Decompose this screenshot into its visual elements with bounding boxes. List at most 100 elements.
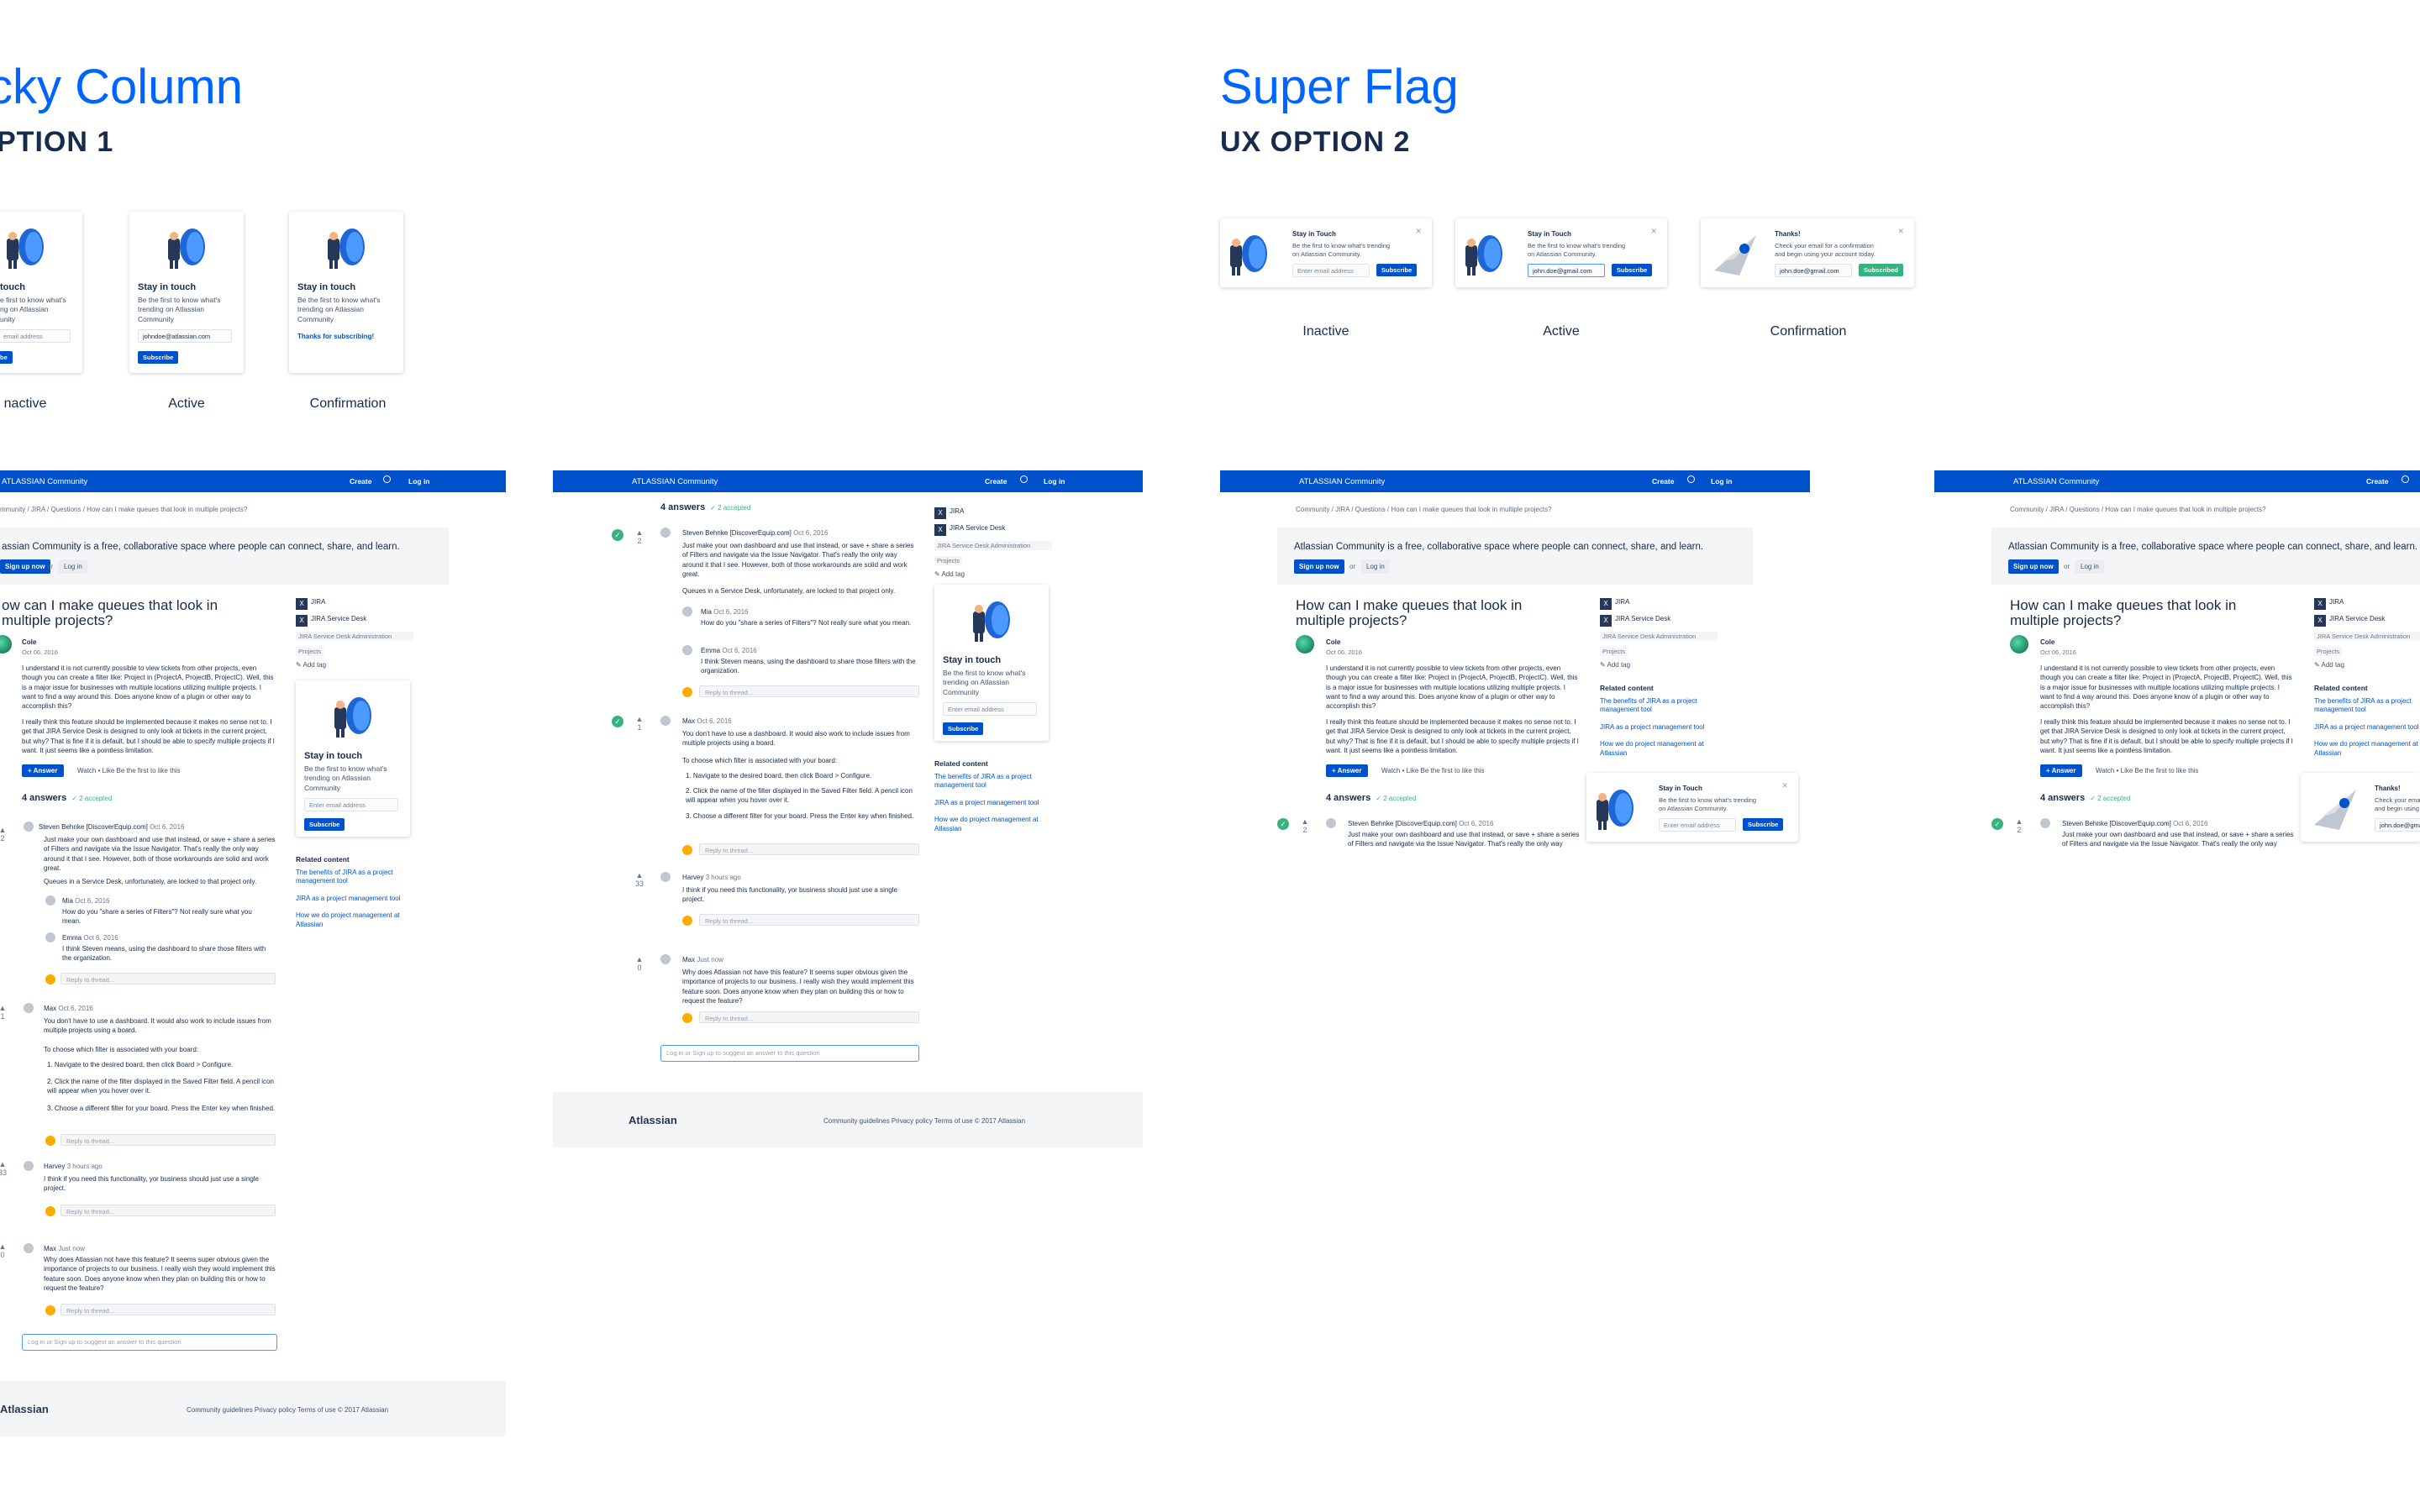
avatar[interactable] <box>660 954 671 964</box>
answer-author[interactable]: Steven Behnke [DiscoverEquip.com] Oct 6,… <box>1348 820 1493 827</box>
avatar[interactable] <box>2010 635 2028 654</box>
subtag[interactable]: JIRA Service Desk Administration <box>2314 632 2420 641</box>
avatar[interactable] <box>2040 818 2050 828</box>
related-link[interactable]: The benefits of JIRA as a project manage… <box>1600 697 1718 715</box>
author-name[interactable]: Cole <box>22 638 36 646</box>
avatar[interactable] <box>24 822 34 832</box>
footer-links[interactable]: Community guidelines Privacy policy Term… <box>187 1406 388 1414</box>
signup-button[interactable]: Sign up now <box>2008 559 2059 574</box>
related-link[interactable]: The benefits of JIRA as a project manage… <box>296 869 413 886</box>
comment-author[interactable]: Mia Oct 6, 2016 <box>701 608 748 616</box>
add-tag-link[interactable]: ✎ Add tag <box>1600 661 1718 669</box>
avatar[interactable] <box>24 1003 34 1013</box>
subscribe-button[interactable]: be <box>0 351 13 364</box>
breadcrumb[interactable]: Community / JIRA / Questions / How can I… <box>2010 506 2266 513</box>
subtag[interactable]: JIRA Service Desk Administration <box>1600 632 1718 641</box>
login-link[interactable]: Log in <box>1044 477 1065 486</box>
avatar[interactable] <box>660 872 671 882</box>
avatar[interactable] <box>24 1243 34 1253</box>
subscribe-button[interactable]: Subscribe <box>1612 264 1653 276</box>
subscribe-button[interactable]: Subscribe <box>1376 264 1418 276</box>
avatar[interactable] <box>682 645 692 655</box>
author-name[interactable]: Cole <box>1326 638 1340 646</box>
create-button[interactable]: Create <box>2366 477 2388 486</box>
watch-like-actions[interactable]: Watch • Like Be the first to like this <box>1381 767 1485 774</box>
related-link[interactable]: How we do project management at Atlassia… <box>2314 740 2420 758</box>
login-button[interactable]: Log in <box>1361 559 1390 574</box>
answer-button[interactable]: + Answer <box>1326 764 1368 777</box>
subtag[interactable]: Projects <box>2314 647 2343 656</box>
email-input[interactable]: Enter email address <box>304 798 398 811</box>
watch-like-actions[interactable]: Watch • Like Be the first to like this <box>77 767 181 774</box>
vote-widget[interactable]: ▲ 2 <box>1297 817 1313 835</box>
signup-button[interactable]: Sign up now <box>0 559 50 574</box>
related-link[interactable]: JIRA as a project management tool <box>934 799 1052 807</box>
avatar[interactable] <box>45 895 55 906</box>
avatar[interactable] <box>0 635 12 654</box>
login-link[interactable]: Log in <box>1711 477 1733 486</box>
email-input[interactable]: email address <box>0 329 71 343</box>
close-icon[interactable]: ✕ <box>1781 781 1788 790</box>
reply-input[interactable]: Reply to thread... <box>60 1304 276 1315</box>
subscribe-button[interactable]: Subscribe <box>943 722 984 735</box>
add-tag-link[interactable]: ✎ Add tag <box>2314 661 2420 669</box>
atlassian-logo[interactable]: ATLASSIAN Community <box>1299 477 1385 486</box>
avatar[interactable] <box>24 1161 34 1171</box>
atlassian-logo[interactable]: ATLASSIAN Community <box>2013 477 2099 486</box>
atlassian-logo[interactable]: ATLASSIAN Community <box>2 477 87 486</box>
answer-author[interactable]: Steven Behnke [DiscoverEquip.com] Oct 6,… <box>39 823 184 831</box>
subscribe-button[interactable]: Subscribe <box>138 351 179 364</box>
avatar[interactable] <box>660 716 671 726</box>
create-button[interactable]: Create <box>985 477 1007 486</box>
search-icon[interactable] <box>383 475 391 483</box>
add-tag-link[interactable]: ✎ Add tag <box>296 661 413 669</box>
answer-button[interactable]: + Answer <box>2040 764 2082 777</box>
login-button[interactable]: Log in <box>2075 559 2104 574</box>
close-icon[interactable]: ✕ <box>1650 227 1657 236</box>
vote-widget[interactable]: ▲ 0 <box>0 1242 10 1260</box>
email-input[interactable]: Enter email address <box>943 702 1037 716</box>
email-input[interactable]: Enter email address <box>1659 818 1736 832</box>
reply-input[interactable]: Reply to thread... <box>699 914 919 926</box>
answer-author[interactable]: Harvey 3 hours ago <box>44 1163 103 1170</box>
email-input[interactable]: john.doe@gmail.com <box>1528 264 1605 277</box>
search-icon[interactable] <box>1020 475 1028 483</box>
reply-input[interactable]: Reply to thread... <box>60 1205 276 1216</box>
search-icon[interactable] <box>2402 475 2409 483</box>
related-link[interactable]: How we do project management at Atlassia… <box>296 911 413 929</box>
avatar[interactable] <box>45 932 55 942</box>
author-name[interactable]: Cole <box>2040 638 2054 646</box>
answer-author[interactable]: Max Just now <box>682 956 723 963</box>
create-button[interactable]: Create <box>350 477 371 486</box>
vote-widget[interactable]: ▲ 33 <box>632 871 647 889</box>
signup-button[interactable]: Sign up now <box>1294 559 1344 574</box>
close-icon[interactable]: ✕ <box>1897 227 1904 236</box>
answer-author[interactable]: Max Oct 6, 2016 <box>682 717 732 725</box>
answer-author[interactable]: Steven Behnke [DiscoverEquip.com] Oct 6,… <box>682 529 828 537</box>
related-link[interactable]: JIRA as a project management tool <box>296 895 413 903</box>
subscribe-button[interactable]: Subscribe <box>1743 818 1784 831</box>
avatar[interactable] <box>682 606 692 617</box>
answer-author[interactable]: Steven Behnke [DiscoverEquip.com] Oct 6,… <box>2062 820 2207 827</box>
breadcrumb[interactable]: Community / JIRA / Questions / How can I… <box>1296 506 1552 513</box>
avatar[interactable] <box>660 528 671 538</box>
vote-widget[interactable]: ▲ 2 <box>2012 817 2027 835</box>
avatar[interactable] <box>1296 635 1314 654</box>
footer-logo[interactable]: Atlassian <box>0 1403 49 1415</box>
add-tag-link[interactable]: ✎ Add tag <box>934 570 1052 578</box>
breadcrumb[interactable]: mmunity / JIRA / Questions / How can I m… <box>0 506 247 513</box>
footer-links[interactable]: Community guidelines Privacy policy Term… <box>823 1117 1025 1125</box>
suggest-answer-box[interactable]: Log in or Sign up to suggest an answer t… <box>22 1334 277 1351</box>
avatar[interactable] <box>1326 818 1336 828</box>
related-link[interactable]: How we do project management at Atlassia… <box>934 816 1052 833</box>
answer-button[interactable]: + Answer <box>22 764 64 777</box>
email-input[interactable]: johndoe@atlassian.com <box>138 329 232 343</box>
email-input[interactable]: Enter email address <box>1292 264 1370 277</box>
subscribe-button[interactable]: Subscribe <box>304 818 345 831</box>
login-button[interactable]: Log in <box>59 559 87 574</box>
related-link[interactable]: The benefits of JIRA as a project manage… <box>934 773 1052 790</box>
watch-like-actions[interactable]: Watch • Like Be the first to like this <box>2096 767 2199 774</box>
reply-input[interactable]: Reply to thread... <box>60 1134 276 1146</box>
comment-author[interactable]: Mia Oct 6, 2016 <box>62 897 109 905</box>
vote-widget[interactable]: ▲ 2 <box>632 528 647 546</box>
